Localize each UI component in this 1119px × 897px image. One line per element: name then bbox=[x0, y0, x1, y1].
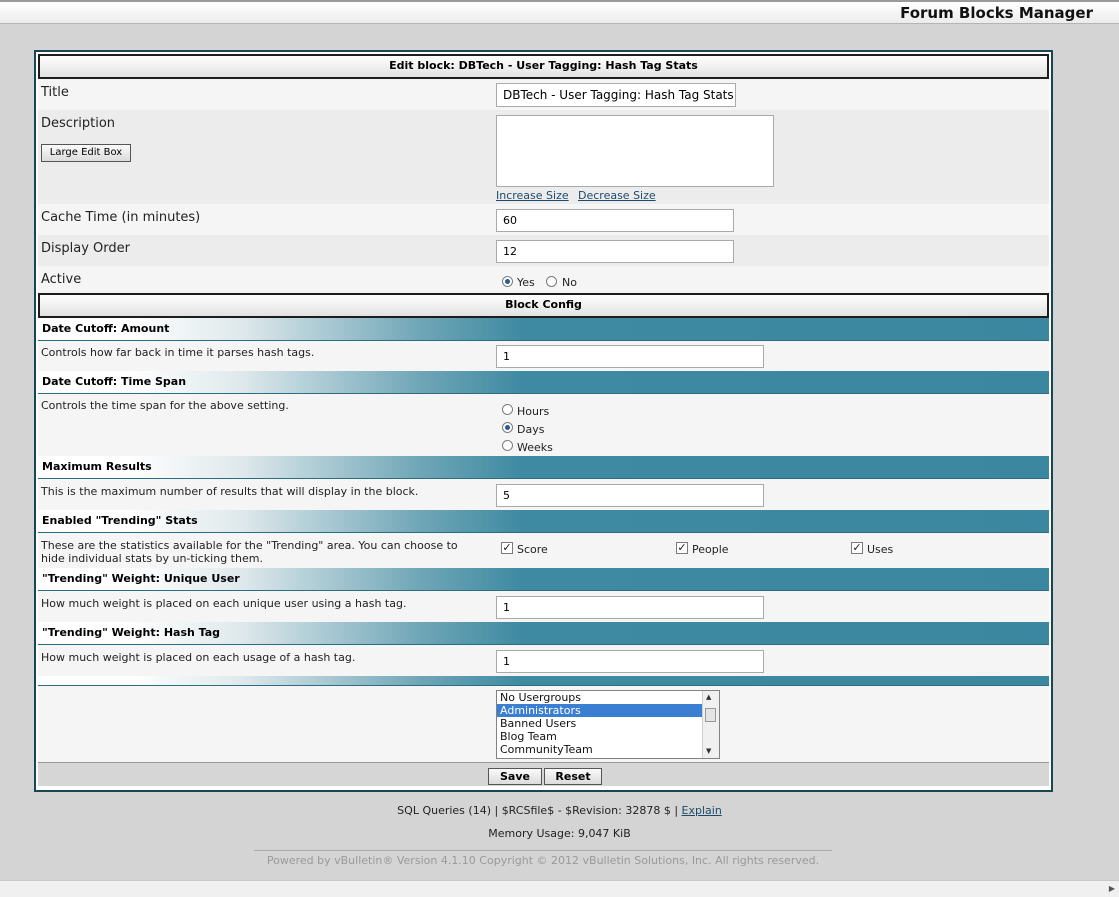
maximum-results-heading: Maximum Results bbox=[38, 456, 1049, 479]
memory-usage-line: Memory Usage: 9,047 KiB bbox=[0, 827, 1119, 840]
active-no-label: No bbox=[562, 276, 577, 289]
date-cutoff-amount-row: Controls how far back in time it parses … bbox=[38, 341, 1049, 371]
trending-uses-checkbox[interactable]: ✓ bbox=[851, 542, 863, 554]
edit-block-header-text: Edit block: DBTech - User Tagging: Hash … bbox=[389, 59, 698, 72]
usergroup-option-selected[interactable]: Administrators bbox=[497, 704, 702, 717]
weight-unique-user-description: How much weight is placed on each unique… bbox=[41, 597, 407, 610]
horizontal-scrollbar[interactable]: ▶ bbox=[0, 880, 1119, 897]
scroll-up-icon[interactable]: ▲ bbox=[706, 693, 711, 701]
description-label: Description bbox=[41, 116, 116, 131]
trending-people-label: People bbox=[692, 543, 729, 556]
cache-time-label: Cache Time (in minutes) bbox=[41, 210, 201, 225]
time-span-row: Controls the time span for the above set… bbox=[38, 394, 1049, 456]
trending-stats-description-line2: hide individual stats by un-ticking them… bbox=[41, 552, 263, 565]
maximum-results-heading-text: Maximum Results bbox=[42, 460, 152, 473]
copyright-text: Powered by vBulletin® Version 4.1.10 Cop… bbox=[254, 850, 832, 867]
trending-stats-heading: Enabled "Trending" Stats bbox=[38, 510, 1049, 533]
active-row: Active Yes No bbox=[38, 266, 1049, 293]
title-row: Title DBTech - User Tagging: Hash Tag St… bbox=[38, 79, 1049, 110]
title-input[interactable]: DBTech - User Tagging: Hash Tag Stats bbox=[496, 83, 736, 107]
explain-link[interactable]: Explain bbox=[682, 804, 722, 817]
display-order-label: Display Order bbox=[41, 241, 130, 256]
scroll-right-icon[interactable]: ▶ bbox=[1109, 884, 1115, 893]
trending-uses-label: Uses bbox=[867, 543, 894, 556]
display-order-input[interactable]: 12 bbox=[496, 240, 734, 263]
memory-usage-text: Memory Usage: 9,047 KiB bbox=[488, 827, 631, 840]
usergroup-option[interactable]: Blog Team bbox=[497, 730, 702, 743]
weight-hash-tag-heading: "Trending" Weight: Hash Tag bbox=[38, 622, 1049, 645]
save-button[interactable]: Save bbox=[488, 768, 542, 785]
usergroups-select[interactable]: No Usergroups Administrators Banned User… bbox=[496, 690, 720, 759]
display-order-row: Display Order 12 bbox=[38, 235, 1049, 266]
increase-size-link[interactable]: Increase Size bbox=[496, 189, 569, 202]
weight-unique-user-input[interactable]: 1 bbox=[496, 596, 764, 619]
trending-people-checkbox[interactable]: ✓ bbox=[676, 542, 688, 554]
date-cutoff-amount-input[interactable]: 1 bbox=[496, 345, 764, 368]
date-cutoff-amount-description: Controls how far back in time it parses … bbox=[41, 346, 315, 359]
cache-time-input[interactable]: 60 bbox=[496, 209, 734, 232]
time-span-days-label: Days bbox=[517, 423, 545, 436]
time-span-hours-label: Hours bbox=[517, 405, 550, 418]
usergroup-option[interactable]: Banned Users bbox=[497, 717, 702, 730]
usergroup-option[interactable]: CommunityTeam bbox=[497, 743, 702, 756]
time-span-hours-radio[interactable] bbox=[502, 404, 513, 415]
weight-hash-tag-heading-text: "Trending" Weight: Hash Tag bbox=[42, 626, 221, 639]
top-header-bar: Forum Blocks Manager bbox=[0, 0, 1119, 24]
sql-queries-line: SQL Queries (14) | $RCSfile$ - $Revision… bbox=[0, 804, 1119, 817]
time-span-days-radio[interactable] bbox=[502, 422, 513, 433]
active-label: Active bbox=[41, 272, 82, 287]
weight-hash-tag-input[interactable]: 1 bbox=[496, 650, 764, 673]
trending-stats-heading-text: Enabled "Trending" Stats bbox=[42, 514, 198, 527]
trending-score-label: Score bbox=[517, 543, 548, 556]
trending-stats-description-line1: These are the statistics available for t… bbox=[41, 539, 458, 552]
date-cutoff-amount-heading-text: Date Cutoff: Amount bbox=[42, 322, 170, 335]
page-title: Forum Blocks Manager bbox=[900, 4, 1093, 22]
time-span-weeks-radio[interactable] bbox=[502, 440, 513, 451]
block-config-header: Block Config bbox=[38, 293, 1049, 318]
maximum-results-input[interactable]: 5 bbox=[496, 484, 764, 507]
trending-score-checkbox[interactable]: ✓ bbox=[501, 542, 513, 554]
active-yes-label: Yes bbox=[517, 276, 535, 289]
maximum-results-description: This is the maximum number of results th… bbox=[41, 485, 419, 498]
cache-time-row: Cache Time (in minutes) 60 bbox=[38, 204, 1049, 235]
time-span-heading: Date Cutoff: Time Span bbox=[38, 371, 1049, 394]
weight-unique-user-heading: "Trending" Weight: Unique User bbox=[38, 568, 1049, 591]
trending-stats-row: These are the statistics available for t… bbox=[38, 533, 1049, 568]
active-yes-radio[interactable] bbox=[502, 276, 513, 287]
decrease-size-link[interactable]: Decrease Size bbox=[578, 189, 656, 202]
large-edit-box-button[interactable]: Large Edit Box bbox=[41, 144, 131, 162]
usergroups-scrollbar[interactable]: ▲ ▼ bbox=[702, 691, 719, 758]
weight-hash-tag-description: How much weight is placed on each usage … bbox=[41, 651, 356, 664]
maximum-results-row: This is the maximum number of results th… bbox=[38, 479, 1049, 510]
description-row: Description Large Edit Box Increase Size… bbox=[38, 110, 1049, 204]
edit-block-header: Edit block: DBTech - User Tagging: Hash … bbox=[38, 54, 1049, 79]
weight-unique-user-row: How much weight is placed on each unique… bbox=[38, 591, 1049, 622]
time-span-heading-text: Date Cutoff: Time Span bbox=[42, 375, 187, 388]
active-no-radio[interactable] bbox=[546, 276, 557, 287]
scroll-thumb[interactable] bbox=[705, 708, 716, 722]
form-buttons-row: Save Reset bbox=[38, 762, 1049, 786]
block-config-header-text: Block Config bbox=[505, 298, 582, 311]
title-label: Title bbox=[41, 85, 69, 100]
date-cutoff-amount-heading: Date Cutoff: Amount bbox=[38, 318, 1049, 341]
usergroup-option[interactable]: No Usergroups bbox=[497, 691, 702, 704]
description-textarea[interactable] bbox=[496, 115, 774, 187]
weight-unique-user-heading-text: "Trending" Weight: Unique User bbox=[42, 572, 240, 585]
sql-queries-text: SQL Queries (14) | $RCSfile$ - $Revision… bbox=[397, 804, 679, 817]
reset-button[interactable]: Reset bbox=[544, 768, 602, 785]
scroll-down-icon[interactable]: ▼ bbox=[706, 747, 711, 755]
time-span-description: Controls the time span for the above set… bbox=[41, 399, 289, 412]
usergroups-heading bbox=[38, 676, 1049, 686]
edit-block-form: Edit block: DBTech - User Tagging: Hash … bbox=[34, 50, 1053, 792]
weight-hash-tag-row: How much weight is placed on each usage … bbox=[38, 645, 1049, 676]
time-span-weeks-label: Weeks bbox=[517, 441, 553, 454]
